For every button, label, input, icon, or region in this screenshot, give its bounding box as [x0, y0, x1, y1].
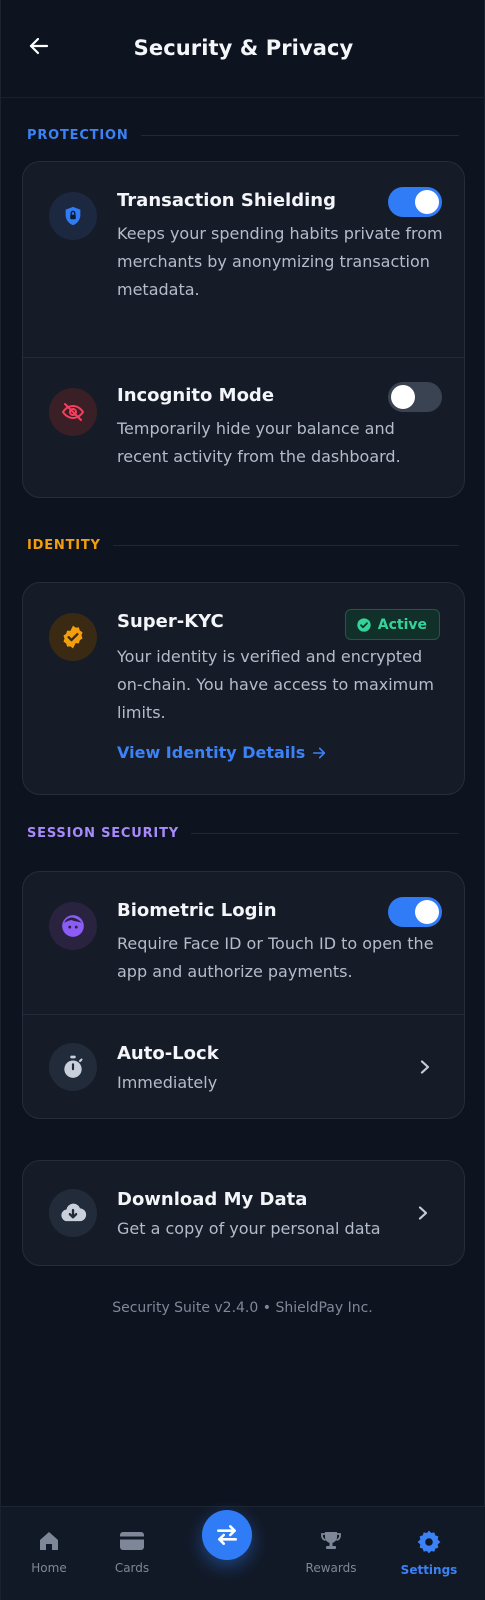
setting-title: Biometric Login	[117, 900, 277, 921]
section-label-text: IDENTITY	[27, 538, 101, 553]
section-label-protection: PROTECTION	[27, 128, 459, 143]
page-title: Security & Privacy	[133, 36, 354, 60]
nav-label: Rewards	[305, 1561, 357, 1575]
trophy-icon	[321, 1532, 341, 1549]
home-icon	[40, 1532, 58, 1550]
header: Security & Privacy	[1, 0, 485, 98]
swap-arrows-icon	[217, 1525, 237, 1545]
setting-title: Incognito Mode	[117, 385, 275, 406]
nav-item-rewards[interactable]: Rewards	[296, 1529, 366, 1575]
shield-icon	[49, 192, 97, 240]
transfer-fab-button[interactable]	[202, 1510, 252, 1560]
arrow-right-icon	[313, 747, 326, 758]
section-label-identity: IDENTITY	[27, 538, 459, 553]
section-label-session-security: SESSION SECURITY	[27, 826, 459, 841]
toggle-knob	[415, 190, 439, 214]
session-security-card: Biometric Login Require Face ID or Touch…	[22, 871, 465, 1119]
section-label-text: PROTECTION	[27, 128, 129, 143]
nav-item-cards[interactable]: Cards	[97, 1529, 167, 1575]
nav-label: Home	[31, 1561, 67, 1575]
cloud-download-icon	[49, 1189, 97, 1237]
nav-item-settings[interactable]: Settings	[394, 1529, 464, 1577]
section-label-text: SESSION SECURITY	[27, 826, 179, 841]
chevron-right-icon	[418, 1060, 432, 1074]
incognito-mode-toggle[interactable]	[388, 382, 442, 412]
setting-description: Keeps your spending habits private from …	[117, 224, 443, 299]
toggle-knob	[391, 385, 415, 409]
section-divider	[140, 135, 459, 136]
eye-off-icon	[49, 388, 97, 436]
setting-description: Your identity is verified and encrypted …	[117, 647, 434, 722]
biometric-login-toggle[interactable]	[388, 897, 442, 927]
setting-subtitle: Get a copy of your personal data	[117, 1219, 381, 1238]
setting-title: Super-KYC	[117, 611, 224, 632]
transaction-shielding-toggle[interactable]	[388, 187, 442, 217]
toggle-knob	[415, 900, 439, 924]
chevron-right-icon	[416, 1206, 430, 1220]
nav-label: Settings	[400, 1563, 458, 1577]
identity-card: Super-KYC Active Your identity is verifi…	[22, 582, 465, 795]
status-badge-label: Active	[377, 616, 427, 633]
nav-item-home[interactable]: Home	[14, 1529, 84, 1575]
stopwatch-icon	[49, 1043, 97, 1091]
face-id-icon	[49, 902, 97, 950]
check-circle-icon	[357, 617, 371, 632]
setting-description: Temporarily hide your balance and recent…	[117, 419, 401, 466]
setting-row-incognito-mode: Incognito Mode Temporarily hide your bal…	[23, 358, 464, 497]
gear-icon	[417, 1530, 441, 1554]
setting-description: Require Face ID or Touch ID to open the …	[117, 934, 434, 981]
setting-row-transaction-shielding: Transaction Shielding Keeps your spendin…	[23, 162, 464, 357]
version-footer: Security Suite v2.4.0 • ShieldPay Inc.	[112, 1300, 373, 1316]
setting-row-biometric-login: Biometric Login Require Face ID or Touch…	[23, 872, 464, 1014]
section-divider	[190, 833, 459, 834]
app-screen: Security & Privacy PROTECTION Transactio…	[0, 0, 485, 1600]
setting-title: Auto-Lock	[117, 1043, 219, 1064]
nav-label: Cards	[114, 1561, 150, 1575]
auto-lock-value: Immediately	[117, 1073, 218, 1092]
section-divider	[112, 545, 459, 546]
verified-badge-icon	[49, 613, 97, 661]
setting-title: Download My Data	[117, 1189, 308, 1210]
view-identity-details-link[interactable]: View Identity Details	[117, 743, 327, 762]
card-icon	[120, 1532, 144, 1550]
protection-card: Transaction Shielding Keeps your spendin…	[22, 161, 465, 498]
setting-row-auto-lock[interactable]: Auto-Lock Immediately	[23, 1015, 464, 1118]
download-my-data-card[interactable]: Download My Data Get a copy of your pers…	[22, 1160, 465, 1266]
status-badge: Active	[344, 609, 440, 640]
setting-title: Transaction Shielding	[117, 190, 336, 211]
link-label: View Identity Details	[117, 743, 306, 762]
